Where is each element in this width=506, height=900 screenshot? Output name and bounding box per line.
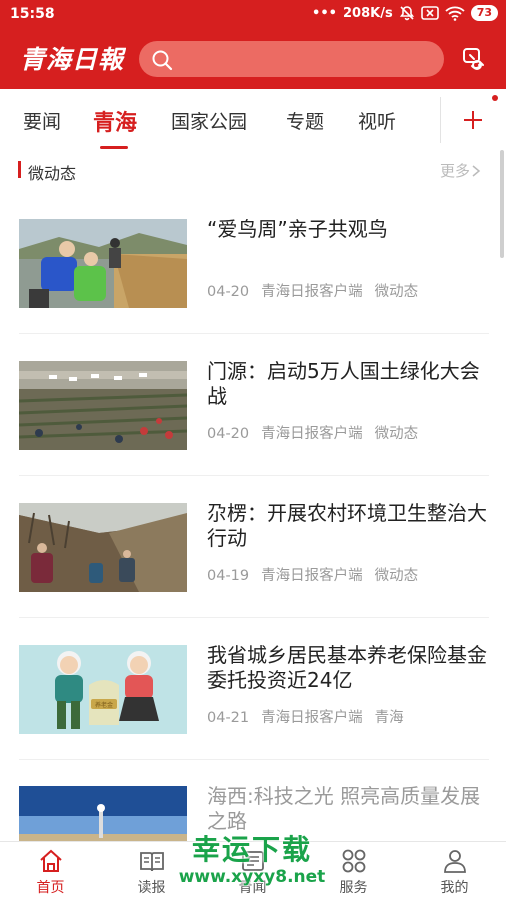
status-time: 15:58 [10, 6, 55, 22]
article-thumbnail-birdwatching [19, 219, 187, 308]
status-indicators: ••• 208K/s 73 [312, 5, 498, 21]
nav-mine[interactable]: 我的 [404, 842, 505, 900]
article-tag: 青海 [374, 710, 404, 726]
nav-home[interactable]: 首页 [0, 842, 101, 900]
status-bar: 15:58 ••• 208K/s 73 [0, 0, 506, 30]
article-item[interactable]: 门源：启动5万人国土绿化大会战 04-20 青海日报客户端 微动态 [0, 334, 506, 476]
book-icon [140, 852, 164, 872]
tab-special[interactable]: 专题 [286, 107, 324, 134]
nav-label: 青闻 [238, 880, 267, 896]
nav-label: 首页 [36, 880, 65, 896]
article-title[interactable]: “爱鸟周”亲子共观鸟 [207, 217, 492, 242]
article-meta: 04-19 青海日报客户端 微动态 [207, 564, 430, 585]
search-icon [151, 49, 173, 75]
network-speed: 208K/s [342, 5, 393, 21]
nav-label: 我的 [440, 880, 469, 896]
more-link[interactable]: 更多 [440, 160, 482, 181]
nav-label: 读报 [137, 880, 166, 896]
notification-dot [492, 95, 498, 101]
nav-read-paper[interactable]: 读报 [101, 842, 202, 900]
article-source: 青海日报客户端 [261, 426, 363, 442]
add-channel-icon[interactable] [462, 109, 484, 135]
nav-label: 服务 [339, 880, 368, 896]
article-title[interactable]: 尕楞：开展农村环境卫生整治大行动 [207, 501, 492, 551]
article-date: 04-21 [207, 710, 250, 726]
signal-dots-icon: ••• [312, 5, 337, 21]
article-tag: 微动态 [374, 284, 419, 300]
home-icon [40, 849, 62, 872]
article-title[interactable]: 我省城乡居民基本养老保险基金委托投资近24亿 [207, 643, 492, 693]
tab-audiovisual[interactable]: 视听 [358, 107, 396, 134]
chevron-right-icon [472, 164, 481, 177]
app-header: 15:58 ••• 208K/s 73 青海日報 [0, 0, 506, 89]
wifi-icon [445, 6, 465, 21]
share-icon[interactable] [461, 46, 487, 76]
article-date: 04-19 [207, 568, 250, 584]
article-thumbnail-afforestation [19, 361, 187, 450]
article-thumbnail-pension: 养老金 [19, 645, 187, 734]
bottom-navigation: 首页 读报 青闻 服务 我的 [0, 841, 506, 900]
svg-text:养老金: 养老金 [95, 701, 113, 709]
article-title[interactable]: 海西:科技之光 照亮高质量发展之路 [207, 784, 492, 834]
article-tag: 微动态 [374, 426, 419, 442]
sim-off-icon [420, 6, 439, 20]
battery-indicator: 73 [470, 5, 498, 21]
article-item[interactable]: “爱鸟周”亲子共观鸟 04-20 青海日报客户端 微动态 [0, 192, 506, 334]
active-tab-indicator [100, 146, 128, 149]
search-box[interactable] [139, 41, 444, 77]
section-title: 微动态 [28, 164, 77, 183]
svg-text:青海日報: 青海日報 [20, 45, 126, 74]
more-label: 更多 [440, 162, 471, 180]
article-title[interactable]: 门源：启动5万人国土绿化大会战 [207, 359, 492, 409]
article-meta: 04-20 青海日报客户端 微动态 [207, 422, 430, 443]
article-source: 青海日报客户端 [261, 568, 363, 584]
article-item[interactable]: 海西:科技之光 照亮高质量发展之路 [0, 760, 506, 841]
article-thumbnail-cleanup [19, 503, 187, 592]
nav-qingwen[interactable]: 青闻 [202, 842, 303, 900]
article-source: 青海日报客户端 [261, 284, 363, 300]
grid-icon [342, 849, 366, 873]
person-icon [444, 850, 466, 873]
app-logo: 青海日報 [18, 40, 126, 76]
article-meta: 04-20 青海日报客户端 微动态 [207, 280, 430, 301]
channel-tabs: 要闻 青海 国家公园 专题 视听 [0, 89, 506, 150]
nav-services[interactable]: 服务 [303, 842, 404, 900]
tab-yaowen[interactable]: 要闻 [23, 107, 61, 134]
section-marker [18, 161, 21, 178]
news-icon [242, 851, 264, 871]
article-source: 青海日报客户端 [261, 710, 363, 726]
tab-qinghai[interactable]: 青海 [93, 105, 137, 137]
article-item[interactable]: 尕楞：开展农村环境卫生整治大行动 04-19 青海日报客户端 微动态 [0, 476, 506, 618]
article-date: 04-20 [207, 426, 250, 442]
tab-divider [440, 97, 441, 143]
article-tag: 微动态 [374, 568, 419, 584]
article-meta: 04-21 青海日报客户端 青海 [207, 706, 416, 727]
mute-bell-icon [399, 5, 415, 21]
article-item[interactable]: 养老金 我省城乡居民基本养老保险基金委托投资近24亿 04-21 青海日报客户端青… [0, 618, 506, 760]
article-thumbnail-solar [19, 786, 187, 841]
tab-national-park[interactable]: 国家公园 [171, 107, 247, 134]
article-date: 04-20 [207, 284, 250, 300]
